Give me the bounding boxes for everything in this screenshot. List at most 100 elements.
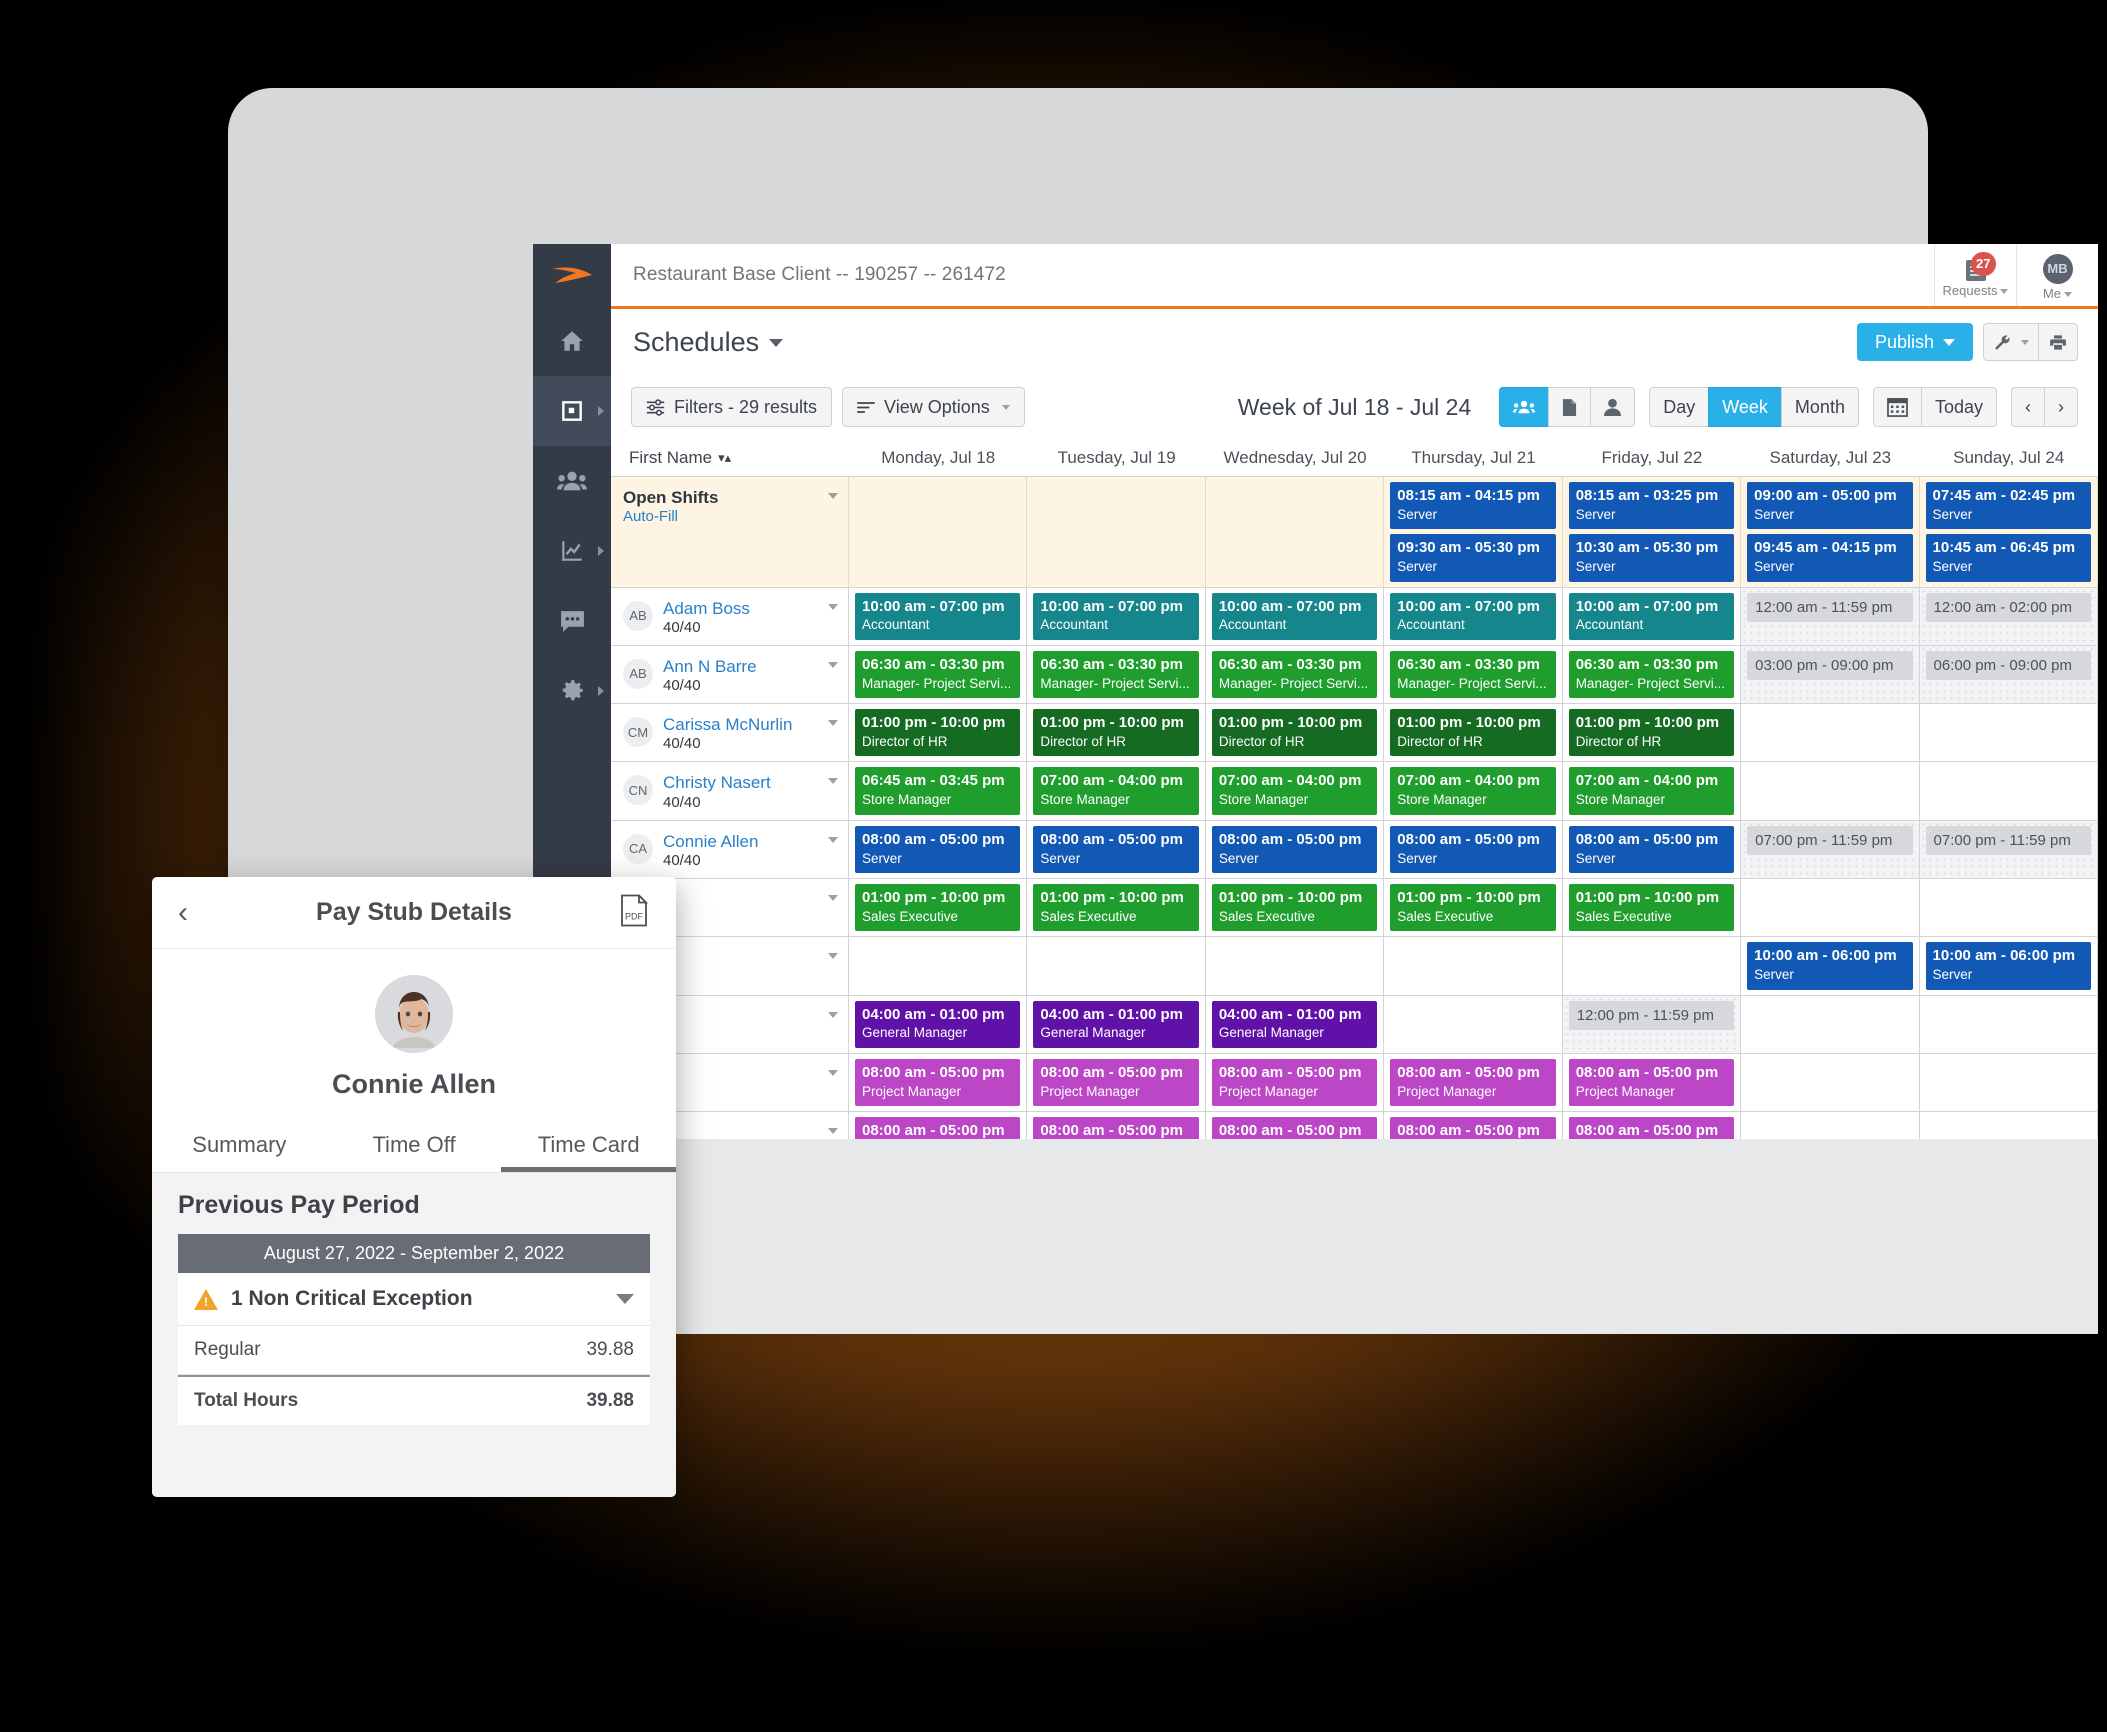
publish-button[interactable]: Publish bbox=[1856, 323, 1973, 361]
shift-block[interactable]: 04:00 am - 01:00 pm General Manager bbox=[1211, 1000, 1378, 1048]
sidebar-item-messages[interactable] bbox=[533, 586, 611, 656]
tab-time-card[interactable]: Time Card bbox=[501, 1126, 676, 1172]
calendar-picker-button[interactable] bbox=[1872, 387, 1921, 427]
chevron-down-icon[interactable] bbox=[828, 1011, 838, 1018]
me-menu[interactable]: MB Me bbox=[2016, 244, 2098, 306]
exception-row[interactable]: 1 Non Critical Exception bbox=[178, 1273, 650, 1326]
schedule-cell[interactable]: 08:00 am - 05:00 pm Server bbox=[1027, 820, 1206, 879]
schedule-cell[interactable]: 07:00 am - 04:00 pm Store Manager bbox=[1384, 762, 1563, 820]
shift-block[interactable]: 10:00 am - 07:00 pm Accountant bbox=[1390, 592, 1556, 640]
chevron-down-icon[interactable] bbox=[828, 1128, 838, 1135]
shift-block[interactable]: 09:00 am - 05:00 pm Server bbox=[1747, 482, 1913, 530]
schedule-cell[interactable] bbox=[1206, 477, 1385, 587]
chevron-down-icon[interactable] bbox=[828, 953, 838, 960]
row-name[interactable]: Christy Nasert bbox=[663, 772, 771, 793]
shift-block[interactable]: 10:45 am - 06:45 pm Server bbox=[1925, 534, 2091, 582]
shift-block[interactable]: 04:00 am - 01:00 pm General Manager bbox=[1033, 1000, 1199, 1048]
schedule-cell[interactable]: 08:00 am - 05:00 pmProject Manager bbox=[1384, 1053, 1563, 1112]
shift-block[interactable]: 10:30 am - 05:30 pm Server bbox=[1568, 534, 1735, 582]
schedule-cell[interactable]: 10:00 am - 06:00 pm Server bbox=[1741, 937, 1920, 995]
shift-block[interactable]: 01:00 pm - 10:00 pm Director of HR bbox=[855, 709, 1021, 757]
schedule-cell[interactable]: 10:00 am - 07:00 pm Accountant bbox=[849, 587, 1028, 645]
schedule-cell[interactable]: 07:00 pm - 11:59 pm bbox=[1919, 820, 2098, 879]
schedule-cell[interactable]: 08:00 am - 05:00 pmProject Manager bbox=[1563, 1112, 1742, 1139]
schedule-cell[interactable] bbox=[1741, 704, 1920, 762]
tab-time-off[interactable]: Time Off bbox=[327, 1126, 502, 1172]
schedule-cell[interactable]: 07:00 am - 04:00 pm Store Manager bbox=[1027, 762, 1206, 820]
sidebar-item-reports[interactable] bbox=[533, 516, 611, 586]
shift-block[interactable]: 01:00 pm - 10:00 pm Sales Executive bbox=[1390, 884, 1556, 932]
sidebar-item-employees[interactable] bbox=[533, 446, 611, 516]
schedule-cell[interactable]: 06:30 am - 03:30 pm Manager- Project Serv… bbox=[1027, 645, 1206, 704]
person-view-button[interactable] bbox=[1590, 387, 1636, 427]
shift-block[interactable]: 07:00 am - 04:00 pm Store Manager bbox=[1211, 767, 1378, 815]
row-name[interactable]: Adam Boss bbox=[663, 598, 750, 619]
schedule-cell[interactable]: 08:00 am - 05:00 pmProject Manager bbox=[1206, 1112, 1385, 1139]
shift-block[interactable]: 08:15 am - 04:15 pm Server bbox=[1390, 482, 1556, 530]
shift-block[interactable]: 08:00 am - 05:00 pm Server bbox=[1568, 825, 1735, 874]
chevron-down-icon[interactable] bbox=[828, 778, 838, 785]
schedule-cell[interactable]: 04:00 am - 01:00 pm General Manager bbox=[849, 995, 1028, 1053]
schedule-cell[interactable]: 01:00 pm - 10:00 pm Sales Executive bbox=[1563, 879, 1742, 937]
schedule-cell[interactable]: 06:45 am - 03:45 pm Store Manager bbox=[849, 762, 1028, 820]
chevron-down-icon[interactable] bbox=[828, 493, 838, 499]
schedule-cell[interactable]: 08:00 am - 05:00 pm Server bbox=[1206, 820, 1385, 879]
schedule-cell[interactable]: 06:30 am - 03:30 pm Manager- Project Serv… bbox=[1563, 645, 1742, 704]
row-name-cell[interactable]: CN Christy Nasert 40/40 bbox=[611, 762, 849, 820]
shift-block[interactable]: 04:00 am - 01:00 pm General Manager bbox=[855, 1000, 1021, 1048]
schedule-cell[interactable] bbox=[1563, 937, 1742, 995]
auto-fill-link[interactable]: Auto-Fill bbox=[623, 508, 718, 525]
chevron-down-icon[interactable] bbox=[828, 836, 838, 843]
shift-block[interactable]: 06:30 am - 03:30 pm Manager- Project Serv… bbox=[855, 650, 1021, 699]
schedule-cell[interactable]: 10:00 am - 07:00 pm Accountant bbox=[1384, 587, 1563, 645]
shift-block[interactable]: 07:00 am - 04:00 pm Store Manager bbox=[1033, 767, 1199, 815]
schedule-cell[interactable]: 06:30 am - 03:30 pm Manager- Project Serv… bbox=[1384, 645, 1563, 704]
shift-block[interactable]: 08:00 am - 05:00 pmProject Manager bbox=[1211, 1058, 1378, 1107]
schedule-cell[interactable] bbox=[1920, 704, 2098, 762]
unavailability-block[interactable]: 07:00 pm - 11:59 pm bbox=[1747, 825, 1913, 855]
next-week-button[interactable]: › bbox=[2044, 387, 2078, 427]
unavailability-block[interactable]: 07:00 pm - 11:59 pm bbox=[1925, 825, 2091, 855]
schedule-cell[interactable]: 08:00 am - 05:00 pmProject Manager bbox=[1027, 1112, 1206, 1139]
schedule-cell[interactable]: 07:45 am - 02:45 pm Server 10:45 am - 06:4… bbox=[1920, 477, 2098, 587]
schedule-cell[interactable] bbox=[1920, 995, 2098, 1053]
schedule-cell[interactable]: 01:00 pm - 10:00 pm Sales Executive bbox=[1027, 879, 1206, 937]
shift-block[interactable]: 09:45 am - 04:15 pm Server bbox=[1747, 534, 1913, 582]
schedule-cell[interactable] bbox=[1920, 1112, 2098, 1139]
schedule-cell[interactable]: 07:00 pm - 11:59 pm bbox=[1741, 820, 1920, 879]
pdf-button[interactable]: PDF bbox=[620, 892, 649, 931]
shift-block[interactable]: 07:00 am - 04:00 pm Store Manager bbox=[1568, 767, 1735, 815]
schedule-cell[interactable] bbox=[849, 477, 1028, 587]
range-month-button[interactable]: Month bbox=[1780, 387, 1859, 427]
shift-block[interactable]: 08:00 am - 05:00 pm Server bbox=[1033, 825, 1199, 874]
back-button[interactable]: ‹ bbox=[178, 897, 188, 928]
shift-block[interactable]: 08:00 am - 05:00 pmProject Manager bbox=[1033, 1058, 1199, 1107]
shift-block[interactable]: 08:15 am - 03:25 pm Server bbox=[1568, 482, 1735, 530]
shift-block[interactable]: 01:00 pm - 10:00 pm Director of HR bbox=[1390, 709, 1556, 757]
schedule-cell[interactable] bbox=[1206, 937, 1385, 995]
schedule-cell[interactable] bbox=[1741, 1053, 1920, 1112]
schedule-cell[interactable]: 01:00 pm - 10:00 pm Sales Executive bbox=[1206, 879, 1385, 937]
shift-block[interactable]: 08:00 am - 05:00 pmProject Manager bbox=[855, 1117, 1021, 1139]
shift-block[interactable]: 06:30 am - 03:30 pm Manager- Project Serv… bbox=[1211, 650, 1378, 699]
sidebar-item-home[interactable] bbox=[533, 306, 611, 376]
schedule-cell[interactable]: 01:00 pm - 10:00 pm Director of HR bbox=[1563, 704, 1742, 762]
shift-block[interactable]: 01:00 pm - 10:00 pm Director of HR bbox=[1211, 709, 1378, 757]
shift-block[interactable]: 01:00 pm - 10:00 pm Sales Executive bbox=[1211, 884, 1378, 932]
chevron-down-icon[interactable] bbox=[828, 603, 838, 610]
shift-block[interactable]: 06:30 am - 03:30 pm Manager- Project Serv… bbox=[1033, 650, 1199, 699]
prev-week-button[interactable]: ‹ bbox=[2011, 387, 2044, 427]
schedule-cell[interactable]: 10:00 am - 06:00 pm Server bbox=[1920, 937, 2098, 995]
schedule-cell[interactable] bbox=[1027, 477, 1206, 587]
unavailability-block[interactable]: 03:00 pm - 09:00 pm bbox=[1747, 650, 1913, 680]
unavailability-block[interactable]: 12:00 pm - 11:59 pm bbox=[1568, 1000, 1735, 1030]
row-name-cell[interactable]: CA Connie Allen 40/40 bbox=[611, 820, 849, 879]
chevron-down-icon[interactable] bbox=[828, 895, 838, 902]
schedule-cell[interactable]: 08:15 am - 03:25 pm Server 10:30 am - 05:3… bbox=[1563, 477, 1742, 587]
shift-block[interactable]: 08:00 am - 05:00 pmProject Manager bbox=[1390, 1117, 1556, 1139]
schedule-cell[interactable]: 08:00 am - 05:00 pmProject Manager bbox=[1384, 1112, 1563, 1139]
chevron-down-icon[interactable] bbox=[828, 720, 838, 727]
schedule-cell[interactable]: 01:00 pm - 10:00 pm Sales Executive bbox=[849, 879, 1028, 937]
shift-block[interactable]: 10:00 am - 07:00 pm Accountant bbox=[855, 592, 1021, 640]
range-day-button[interactable]: Day bbox=[1649, 387, 1709, 427]
